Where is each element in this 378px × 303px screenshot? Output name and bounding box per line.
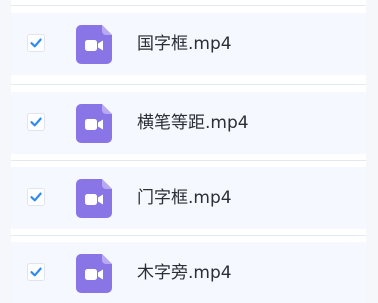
video-file-icon bbox=[76, 25, 112, 64]
file-name[interactable]: 国字框.mp4 bbox=[137, 33, 232, 55]
file-row[interactable]: 门字框.mp4 bbox=[11, 167, 366, 229]
row-divider bbox=[11, 160, 366, 161]
file-row[interactable]: 横笔等距.mp4 bbox=[11, 92, 366, 154]
check-icon bbox=[30, 38, 42, 48]
video-file-icon bbox=[76, 179, 112, 218]
file-checkbox[interactable] bbox=[27, 263, 45, 281]
check-icon bbox=[30, 267, 42, 277]
file-checkbox[interactable] bbox=[27, 188, 45, 206]
row-divider bbox=[11, 235, 366, 236]
video-file-icon bbox=[76, 254, 112, 293]
right-gutter bbox=[366, 0, 378, 303]
file-row[interactable]: 国字框.mp4 bbox=[11, 13, 366, 75]
file-list: 国字框.mp4 横笔等距.mp4 门字框.mp4 木字旁.mp4 bbox=[0, 0, 378, 303]
file-row[interactable]: 木字旁.mp4 bbox=[11, 242, 366, 303]
left-gutter bbox=[0, 0, 11, 303]
row-divider bbox=[11, 5, 366, 6]
file-name[interactable]: 横笔等距.mp4 bbox=[137, 112, 249, 134]
check-icon bbox=[30, 117, 42, 127]
file-name[interactable]: 木字旁.mp4 bbox=[137, 262, 232, 284]
row-divider bbox=[11, 84, 366, 85]
video-file-icon bbox=[76, 104, 112, 143]
file-checkbox[interactable] bbox=[27, 34, 45, 52]
file-name[interactable]: 门字框.mp4 bbox=[137, 187, 232, 209]
check-icon bbox=[30, 192, 42, 202]
file-checkbox[interactable] bbox=[27, 113, 45, 131]
